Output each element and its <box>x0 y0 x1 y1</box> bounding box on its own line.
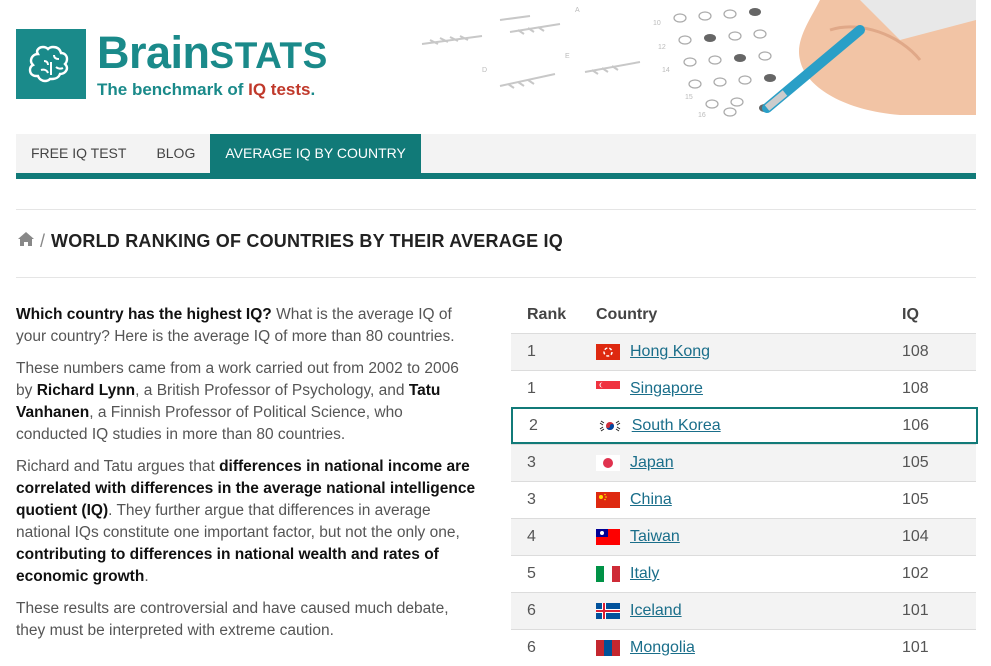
brand-logo[interactable]: BrainSTATS The benchmark of IQ tests. <box>97 30 328 100</box>
table-row: 4 Taiwan 104 <box>511 518 976 555</box>
table-row: 6 Iceland 101 <box>511 592 976 629</box>
svg-text:A: A <box>575 7 580 14</box>
divider <box>16 209 976 210</box>
breadcrumb: / WORLD RANKING OF COUNTRIES BY THEIR AV… <box>17 231 563 252</box>
table-row: 5 Italy 102 <box>511 555 976 592</box>
header-iq: IQ <box>902 306 919 323</box>
svg-text:16: 16 <box>698 112 706 119</box>
hong-kong-flag-icon <box>596 344 620 360</box>
country-link[interactable]: Mongolia <box>630 639 695 657</box>
italy-flag-icon <box>596 566 620 582</box>
mongolia-flag-icon <box>596 640 620 656</box>
iq-ranking-table: Rank Country IQ 1 Hong Kong 108 1 Singap… <box>511 297 978 666</box>
singapore-flag-icon <box>596 381 620 397</box>
brain-logo-icon[interactable] <box>16 29 86 99</box>
svg-text:D: D <box>482 67 487 74</box>
intro-paragraph: These numbers came from a work carried o… <box>16 360 459 443</box>
country-link[interactable]: South Korea <box>632 417 721 435</box>
brand-tagline: The benchmark of IQ tests. <box>97 80 316 99</box>
intro-paragraph: Richard and Tatu argues that differences… <box>16 458 476 585</box>
header-country: Country <box>596 306 658 323</box>
table-row: 3 China 105 <box>511 481 976 518</box>
table-row: 6 Mongolia 101 <box>511 629 976 666</box>
nav-blog[interactable]: BLOG <box>141 134 210 173</box>
china-flag-icon <box>596 492 620 508</box>
table-header: Rank Country IQ <box>511 297 976 333</box>
country-link[interactable]: Japan <box>630 454 674 472</box>
nav-free-iq-test[interactable]: FREE IQ TEST <box>16 134 141 173</box>
table-row: 3 Japan 105 <box>511 444 976 481</box>
intro-paragraph: These results are controversial and have… <box>16 600 449 639</box>
home-icon[interactable] <box>17 231 35 252</box>
intro-paragraph: Which country has the highest IQ? What i… <box>16 306 455 345</box>
country-link[interactable]: Singapore <box>630 380 703 398</box>
table-row: 1 Hong Kong 108 <box>511 333 976 370</box>
svg-text:10: 10 <box>653 20 661 27</box>
svg-text:E: E <box>565 53 570 60</box>
taiwan-flag-icon <box>596 529 620 545</box>
country-link[interactable]: China <box>630 491 672 509</box>
iceland-flag-icon <box>596 603 620 619</box>
breadcrumb-separator: / <box>40 231 46 251</box>
country-link[interactable]: Taiwan <box>630 528 680 546</box>
svg-text:14: 14 <box>662 67 670 74</box>
header-rank: Rank <box>527 306 567 323</box>
iq-test-hero-image: A D E 10 12 14 15 16 <box>400 0 976 120</box>
japan-flag-icon <box>596 455 620 471</box>
main-nav: FREE IQ TEST BLOG AVERAGE IQ BY COUNTRY <box>16 134 976 179</box>
table-row: 1 Singapore 108 <box>511 370 976 407</box>
page-title: WORLD RANKING OF COUNTRIES BY THEIR AVER… <box>51 231 563 251</box>
country-link[interactable]: Iceland <box>630 602 682 620</box>
svg-text:12: 12 <box>658 44 666 51</box>
nav-average-iq-by-country[interactable]: AVERAGE IQ BY COUNTRY <box>210 134 421 173</box>
table-row-highlighted: 2 South Korea 106 <box>511 407 978 444</box>
country-link[interactable]: Italy <box>630 565 659 583</box>
south-korea-flag-icon <box>597 417 622 434</box>
country-link[interactable]: Hong Kong <box>630 343 710 361</box>
intro-text: Which country has the highest IQ? What i… <box>16 304 478 652</box>
divider <box>16 277 976 278</box>
brand-name: BrainSTATS <box>97 27 328 78</box>
svg-text:15: 15 <box>685 94 693 101</box>
